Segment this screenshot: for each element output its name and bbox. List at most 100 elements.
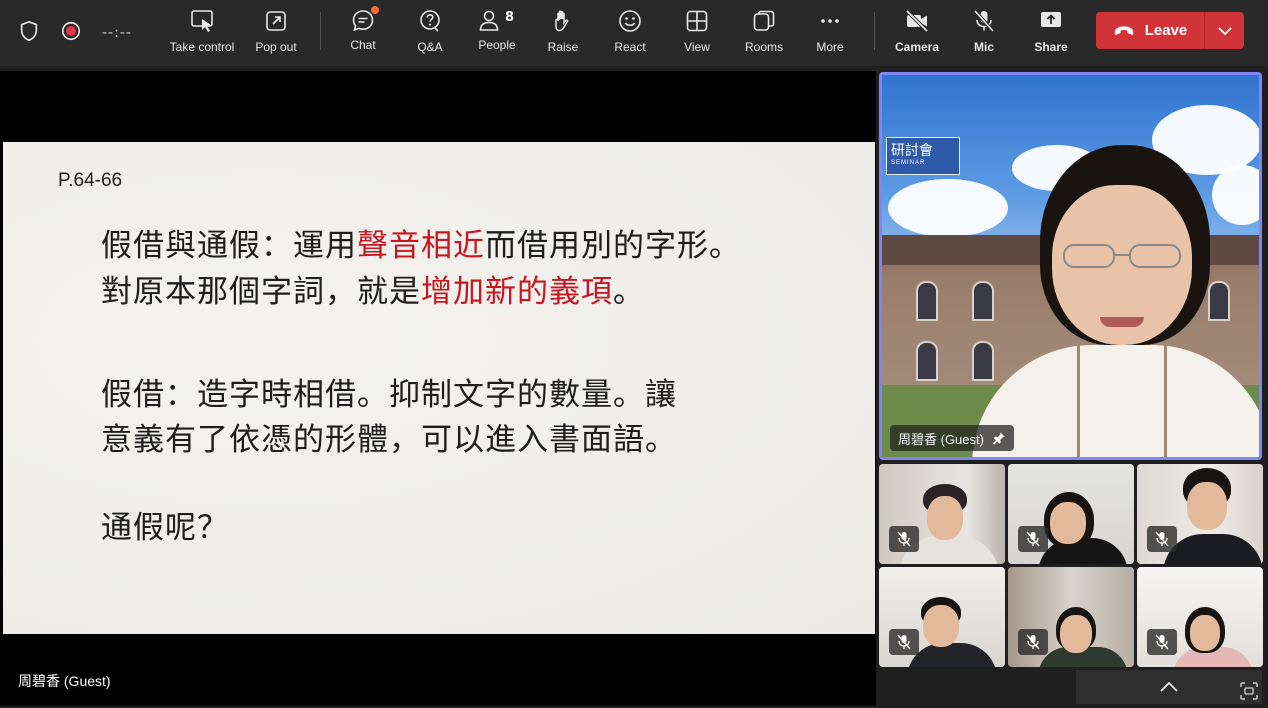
chevron-down-icon	[1217, 26, 1232, 35]
presenter-name-label: 周碧香 (Guest)	[18, 673, 111, 689]
fit-screen-icon[interactable]	[1240, 682, 1258, 700]
mic-off-icon	[1155, 531, 1169, 547]
more-button[interactable]: More	[810, 6, 850, 60]
chevron-up-icon	[1160, 681, 1178, 692]
record-icon	[60, 20, 82, 46]
muted-badge	[1147, 629, 1177, 655]
qa-label: Q&A	[417, 40, 443, 54]
view-label: View	[684, 40, 710, 54]
pin-icon[interactable]	[992, 431, 1006, 445]
qa-button[interactable]: Q&A	[410, 6, 450, 60]
slide-text: 假借與通假：運用	[101, 228, 357, 264]
chat-button[interactable]: Chat	[343, 6, 383, 60]
participant-tile[interactable]	[879, 464, 1005, 564]
participant-face	[927, 496, 963, 540]
glasses-icon	[1063, 244, 1181, 268]
muted-badge	[1147, 526, 1177, 552]
speaker-mouth	[1100, 317, 1144, 327]
people-icon	[479, 10, 499, 31]
featured-participant-name: 周碧香 (Guest)	[898, 431, 984, 447]
muted-badge	[889, 526, 919, 552]
presentation-slide: P.64-66 假借與通假：運用聲音相近而借用別的字形。 對原本那個字詞，就是增…	[3, 142, 875, 634]
muted-badge	[1018, 526, 1048, 552]
take-control-label: Take control	[169, 40, 235, 54]
phone-icon	[1114, 25, 1133, 35]
participant-face	[923, 605, 959, 647]
rooms-icon	[753, 10, 775, 31]
slide-line-3: 假借：造字時相借。抑制文字的數量。讓	[101, 377, 677, 413]
slide-highlight: 增加新的義項	[421, 274, 613, 310]
people-button[interactable]: 8 People	[472, 6, 522, 60]
smiley-icon	[619, 10, 641, 32]
mic-off-icon	[1026, 531, 1040, 547]
mic-off-icon	[1026, 634, 1040, 650]
participant-tile[interactable]	[879, 567, 1005, 667]
speaker-figure	[912, 145, 1259, 457]
hand-icon	[555, 10, 569, 32]
share-label: Share	[1034, 40, 1068, 54]
take-control-icon	[191, 10, 213, 32]
participant-tile[interactable]	[1137, 464, 1263, 564]
featured-name-tag: 周碧香 (Guest)	[890, 425, 1014, 451]
slide-highlight: 聲音相近	[357, 228, 485, 264]
take-control-button[interactable]: Take control	[167, 6, 237, 60]
mic-label: Mic	[973, 40, 994, 54]
camera-label: Camera	[894, 40, 940, 54]
raise-hand-button[interactable]: Raise	[543, 6, 583, 60]
chat-label: Chat	[350, 38, 376, 52]
more-label: More	[816, 40, 844, 54]
shared-screen-stage[interactable]: P.64-66 假借與通假：運用聲音相近而借用別的字形。 對原本那個字詞，就是增…	[0, 71, 876, 706]
toolbar-divider	[874, 12, 875, 50]
participant-face	[1050, 502, 1086, 544]
rooms-button[interactable]: Rooms	[740, 6, 788, 60]
pop-out-icon	[266, 11, 286, 31]
slide-text: 。	[613, 274, 645, 310]
mic-button[interactable]: Mic	[964, 6, 1004, 60]
grid-icon	[686, 10, 708, 32]
gallery-collapse-button[interactable]	[1076, 670, 1262, 704]
share-icon	[1041, 12, 1061, 27]
slide-line-1: 假借與通假：運用聲音相近而借用別的字形。	[101, 220, 741, 265]
qa-icon	[420, 10, 440, 32]
meeting-toolbar: --:-- Take control Pop out Chat Q&A 8 Pe…	[0, 0, 1268, 66]
mic-off-icon	[897, 634, 911, 650]
slide-line-5: 通假呢？	[101, 510, 229, 546]
slide-text: 而借用別的字形。	[485, 228, 741, 264]
slide-page-reference: P.64-66	[58, 170, 123, 191]
view-button[interactable]: View	[677, 6, 717, 60]
more-icon	[821, 19, 839, 23]
slide-line-4: 意義有了依憑的形體，可以進入書面語。	[101, 422, 677, 458]
participant-tile[interactable]	[1137, 567, 1263, 667]
react-button[interactable]: React	[610, 6, 650, 60]
pop-out-button[interactable]: Pop out	[251, 6, 301, 60]
mic-off-icon	[1155, 634, 1169, 650]
people-label: People	[478, 38, 516, 52]
rooms-label: Rooms	[744, 40, 783, 54]
mic-off-icon	[973, 9, 995, 33]
camera-button[interactable]: Camera	[893, 6, 941, 60]
pop-out-label: Pop out	[255, 40, 297, 54]
participant-face	[1190, 615, 1220, 651]
react-label: React	[614, 40, 646, 54]
slide-line-2: 對原本那個字詞，就是增加新的義項。	[101, 266, 645, 311]
share-button[interactable]: Share	[1031, 6, 1071, 60]
muted-badge	[889, 629, 919, 655]
leave-button[interactable]: Leave	[1096, 12, 1204, 49]
leave-label: Leave	[1144, 22, 1188, 39]
toolbar-divider	[320, 12, 321, 50]
participant-tile[interactable]	[1008, 464, 1134, 564]
chat-notification-dot	[371, 6, 379, 14]
muted-badge	[1018, 629, 1048, 655]
raise-label: Raise	[547, 40, 579, 54]
mic-off-icon	[897, 531, 911, 547]
people-count-badge: 8	[505, 10, 515, 25]
leave-button-group: Leave	[1096, 12, 1244, 49]
slide-text: 對原本那個字詞，就是	[101, 274, 421, 310]
participant-face	[1060, 615, 1092, 653]
participant-face	[1187, 482, 1227, 530]
participant-tile[interactable]	[1008, 567, 1134, 667]
active-speaker-video[interactable]: 研討會 SEMINAR 周碧香 (Guest)	[879, 72, 1262, 460]
leave-options-button[interactable]	[1205, 12, 1244, 49]
shield-icon[interactable]	[18, 20, 40, 46]
toolbar-left-group: --:--	[18, 20, 132, 46]
